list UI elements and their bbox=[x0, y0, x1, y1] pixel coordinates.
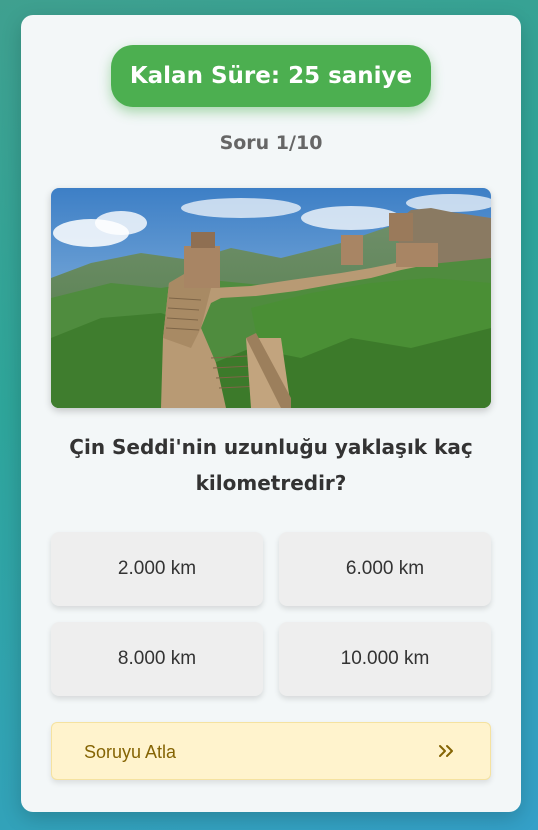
question-image bbox=[51, 188, 491, 408]
double-chevron-right-icon bbox=[439, 745, 453, 757]
timer-unit: saniye bbox=[328, 63, 413, 89]
quiz-card: Kalan Süre: 25 saniye Soru 1/10 Çin Sedd… bbox=[21, 15, 521, 812]
timer-label: Kalan Süre: bbox=[129, 63, 281, 89]
timer-badge: Kalan Süre: 25 saniye bbox=[111, 45, 431, 107]
answer-option-1[interactable]: 2.000 km bbox=[51, 532, 263, 606]
skip-label: Soruyu Atla bbox=[84, 742, 177, 762]
timer-seconds: 25 bbox=[288, 63, 321, 89]
answer-option-3[interactable]: 8.000 km bbox=[51, 622, 263, 696]
question-text: Çin Seddi'nin uzunluğu yaklaşık kaç kilo… bbox=[69, 435, 473, 495]
great-wall-image bbox=[51, 188, 491, 408]
answer-option-4[interactable]: 10.000 km bbox=[279, 622, 491, 696]
skip-question-button[interactable]: Soruyu Atla bbox=[51, 722, 491, 780]
answer-option-2[interactable]: 6.000 km bbox=[279, 532, 491, 606]
question-counter: Soru 1/10 bbox=[219, 132, 323, 154]
